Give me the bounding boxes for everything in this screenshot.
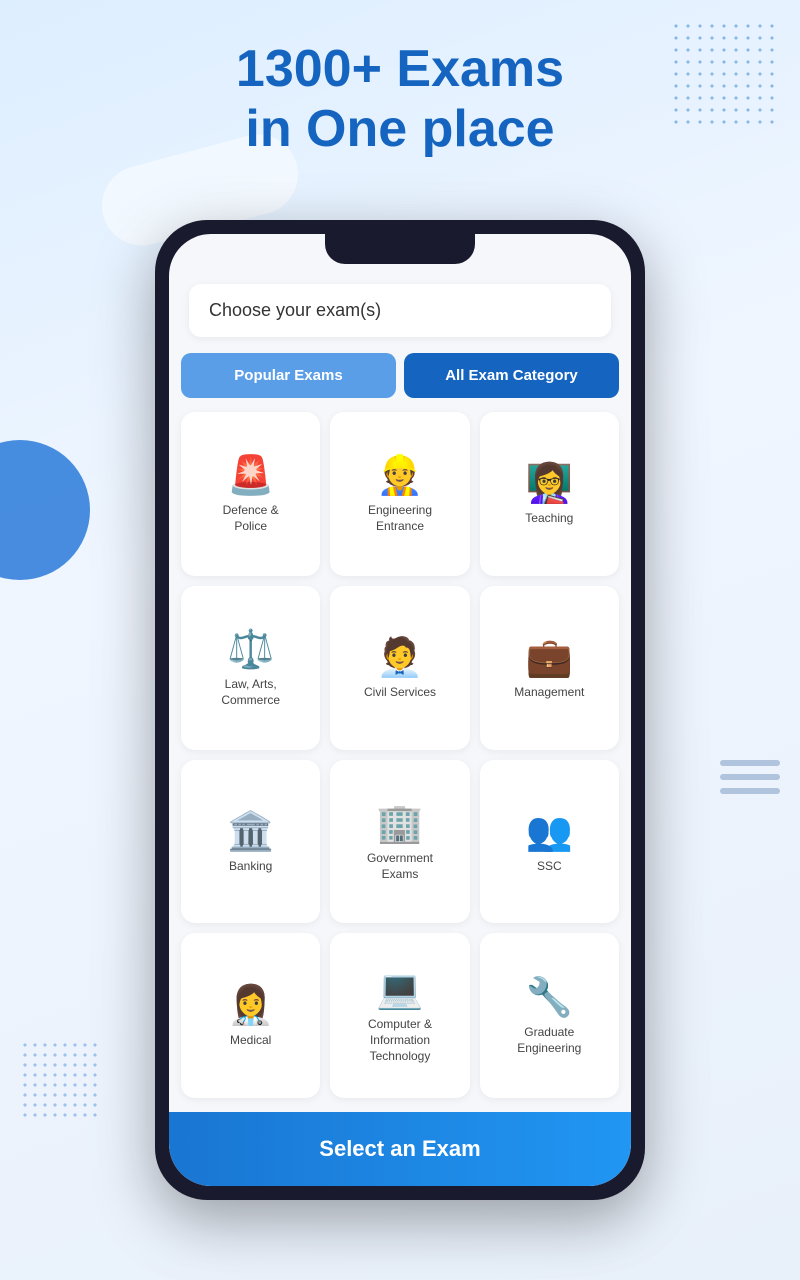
ssc-icon: 👥 <box>526 813 573 851</box>
phone-frame: Choose your exam(s) Popular Exams All Ex… <box>155 220 645 1200</box>
exam-item-computer-it[interactable]: 💻 Computer & Information Technology <box>330 933 469 1098</box>
graduate-engineering-label: Graduate Engineering <box>517 1025 581 1056</box>
civil-services-icon: 🧑‍💼 <box>376 639 423 677</box>
tab-all-exam-category[interactable]: All Exam Category <box>404 353 619 398</box>
banking-label: Banking <box>229 859 272 875</box>
exam-item-management[interactable]: 💼 Management <box>480 586 619 750</box>
exam-item-ssc[interactable]: 👥 SSC <box>480 760 619 924</box>
choose-exam-label: Choose your exam(s) <box>189 284 611 337</box>
exam-item-defence-police[interactable]: 🚨 Defence & Police <box>181 412 320 576</box>
engineering-entrance-icon: 👷 <box>376 457 423 495</box>
phone-mockup: Choose your exam(s) Popular Exams All Ex… <box>155 220 645 1200</box>
engineering-entrance-label: Engineering Entrance <box>368 503 432 534</box>
exam-category-grid: 🚨 Defence & Police 👷 Engineering Entrance 👩‍… <box>169 398 631 1112</box>
screen-content: Choose your exam(s) Popular Exams All Ex… <box>169 234 631 1186</box>
law-arts-commerce-label: Law, Arts, Commerce <box>221 677 280 708</box>
tab-popular-exams[interactable]: Popular Exams <box>181 353 396 398</box>
blue-circle-decoration <box>0 440 90 580</box>
ssc-label: SSC <box>537 859 562 875</box>
exam-item-teaching[interactable]: 👩‍🏫 Teaching <box>480 412 619 576</box>
teaching-icon: 👩‍🏫 <box>526 465 573 503</box>
page-header: 1300+ Exams in One place <box>0 40 800 160</box>
phone-notch <box>325 234 475 264</box>
government-exams-label: Government Exams <box>367 851 433 882</box>
exam-item-government-exams[interactable]: 🏢 Government Exams <box>330 760 469 924</box>
management-label: Management <box>514 685 584 701</box>
medical-label: Medical <box>230 1033 271 1049</box>
defence-police-label: Defence & Police <box>223 503 279 534</box>
phone-screen: Choose your exam(s) Popular Exams All Ex… <box>169 234 631 1186</box>
management-icon: 💼 <box>526 639 573 677</box>
tab-row: Popular Exams All Exam Category <box>181 353 619 398</box>
select-exam-button[interactable]: Select an Exam <box>169 1112 631 1186</box>
exam-item-law-arts-commerce[interactable]: ⚖️ Law, Arts, Commerce <box>181 586 320 750</box>
header-title: 1300+ Exams in One place <box>0 40 800 160</box>
exam-item-engineering-entrance[interactable]: 👷 Engineering Entrance <box>330 412 469 576</box>
teaching-label: Teaching <box>525 511 573 527</box>
law-arts-commerce-icon: ⚖️ <box>227 631 274 669</box>
banking-icon: 🏛️ <box>227 813 274 851</box>
exam-item-medical[interactable]: 👩‍⚕️ Medical <box>181 933 320 1098</box>
computer-it-icon: 💻 <box>376 971 423 1009</box>
civil-services-label: Civil Services <box>364 685 436 701</box>
computer-it-label: Computer & Information Technology <box>368 1017 432 1064</box>
defence-police-icon: 🚨 <box>227 457 274 495</box>
medical-icon: 👩‍⚕️ <box>227 987 274 1025</box>
dots-decoration-bottom-left <box>20 1040 100 1120</box>
lines-decoration-right <box>720 760 780 802</box>
header-line2: in One place <box>245 100 554 158</box>
exam-item-banking[interactable]: 🏛️ Banking <box>181 760 320 924</box>
header-line1: 1300+ Exams <box>236 40 564 98</box>
graduate-engineering-icon: 🔧 <box>526 979 573 1017</box>
exam-item-civil-services[interactable]: 🧑‍💼 Civil Services <box>330 586 469 750</box>
government-exams-icon: 🏢 <box>376 805 423 843</box>
exam-item-graduate-engineering[interactable]: 🔧 Graduate Engineering <box>480 933 619 1098</box>
